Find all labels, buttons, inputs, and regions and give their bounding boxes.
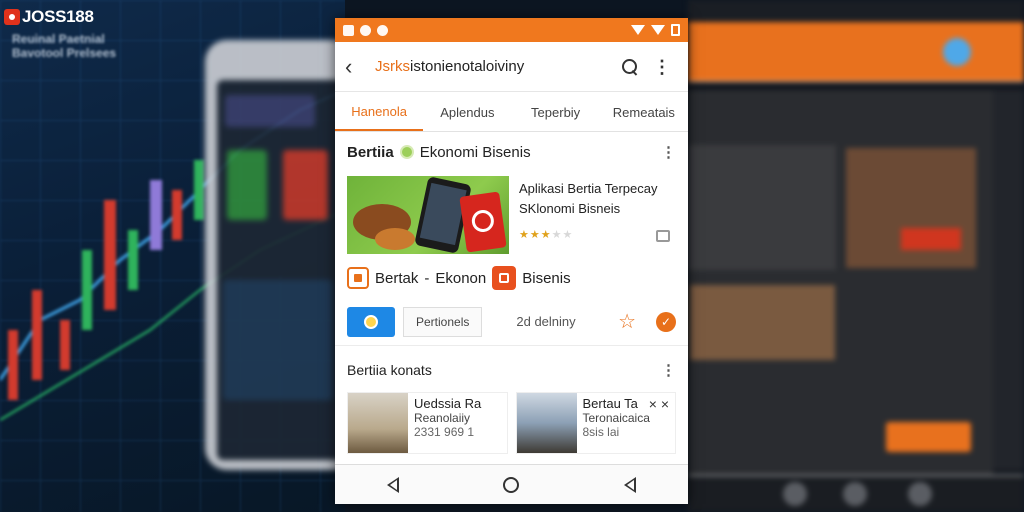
tab-aplendus[interactable]: Aplendus	[423, 94, 511, 131]
signal-icon	[651, 25, 665, 35]
app-title-rest: istonienotaloiviny	[410, 58, 525, 75]
section2-title: Bertiia konats	[347, 362, 432, 378]
nav-back-icon[interactable]	[387, 476, 400, 493]
section-header-related: Bertiia konats ⋮	[335, 348, 688, 392]
featured-article-title: Aplikasi Bertia Terpecay SKlonomi Bisnei…	[519, 179, 676, 219]
action-row: Pertionels 2d delniny ☆ ✓	[335, 298, 688, 346]
related-card-image	[516, 393, 577, 453]
related-card-subtitle: Reanolaiiy	[414, 411, 471, 425]
section-title: Bertiia	[347, 143, 394, 161]
share-button[interactable]	[347, 306, 395, 337]
timestamp: 2d delniny	[516, 314, 576, 329]
rating-stars: ★★★★★	[519, 229, 574, 241]
section-subtitle: Ekonomi Bisenis	[419, 143, 531, 161]
background-caption: Reuinal Paetnial Bavotool Prelsees	[12, 32, 116, 60]
featured-title-line1: Aplikasi Bertia Terpecay	[519, 181, 658, 196]
category-part3[interactable]: Bisenis	[522, 270, 570, 287]
tab-hanenola[interactable]: Hanenola	[335, 94, 424, 131]
battery-icon	[671, 24, 680, 36]
featured-article-image	[347, 176, 509, 254]
notification-icon	[343, 24, 354, 36]
close-icon[interactable]: × ×	[649, 396, 669, 412]
options-chip[interactable]: Pertionels	[403, 306, 483, 337]
category-separator: -	[424, 269, 430, 287]
related-card-title: Bertau Ta	[582, 396, 638, 411]
system-nav-bar	[335, 464, 688, 504]
category-row: Bertak - Ekonon Bisenis	[335, 256, 688, 292]
background-caption-line1: Reuinal Paetnial	[12, 32, 105, 46]
app-bar: ‹ Jsrksistonienotaloiviny ⋮	[335, 42, 688, 92]
search-button[interactable]	[614, 51, 646, 83]
favorite-star-button[interactable]: ☆	[618, 309, 636, 334]
phone-screen: ‹ Jsrksistonienotaloiviny ⋮ Hanenola Apl…	[335, 18, 688, 504]
screenshot-stage: Reuinal Paetnial Bavotool Prelsees JOSS1…	[0, 0, 1024, 512]
location-icon	[377, 24, 388, 36]
search-icon	[622, 58, 638, 75]
related-card-title: Uedssia Ra	[414, 396, 482, 411]
brand-logo: JOSS188	[4, 7, 94, 27]
tab-bar: Hanenola Aplendus Teperbiy Remeatais	[335, 92, 688, 132]
related-card-subtitle: Teronaicaica	[582, 411, 650, 425]
section2-menu-button[interactable]: ⋮	[661, 361, 676, 379]
related-card-image	[348, 393, 408, 453]
overflow-menu-button[interactable]: ⋮	[646, 51, 678, 83]
background-caption-line2: Bavotool Prelsees	[12, 46, 117, 60]
nav-recents-icon[interactable]	[623, 476, 636, 493]
app-title: Jsrksistonienotaloiviny	[375, 58, 614, 75]
wifi-icon	[631, 25, 645, 35]
leaf-icon	[399, 145, 414, 159]
category-part1[interactable]: Bertak	[375, 270, 418, 287]
brand-logo-text: JOSS188	[22, 7, 94, 26]
nav-home-icon[interactable]	[503, 476, 520, 493]
background-left-chart: Reuinal Paetnial Bavotool Prelsees	[0, 0, 345, 512]
section-menu-button[interactable]: ⋮	[661, 143, 676, 161]
brand-logo-icon	[4, 9, 20, 25]
related-card[interactable]: Bertau Ta Teronaicaica 8sis lai × ×	[515, 392, 676, 454]
related-card[interactable]: Uedssia Ra Reanolaiiy 2331 969 1	[347, 392, 508, 454]
featured-title-line2: SKlonomi Bisneis	[519, 201, 621, 216]
check-button[interactable]: ✓	[656, 311, 676, 332]
sync-icon	[360, 24, 371, 36]
background-right-phone	[688, 0, 1024, 512]
app-title-accent: Jsrks	[375, 58, 410, 75]
status-bar	[335, 18, 688, 42]
background-phone-left	[205, 40, 345, 470]
share-icon	[364, 314, 378, 329]
category-part2[interactable]: Ekonon	[435, 270, 486, 287]
business-icon	[492, 266, 517, 290]
featured-article[interactable]: Aplikasi Bertia Terpecay SKlonomi Bisnei…	[335, 172, 688, 256]
related-card-meta: 8sis lai	[582, 425, 620, 439]
category-icon	[347, 267, 369, 289]
tab-remeatais[interactable]: Remeatais	[600, 94, 688, 131]
bookmark-icon[interactable]	[656, 230, 670, 242]
related-cards: Uedssia Ra Reanolaiiy 2331 969 1 Bertau …	[335, 392, 688, 454]
related-card-meta: 2331 969 1	[414, 425, 475, 439]
tab-teperbiy[interactable]: Teperbiy	[512, 94, 600, 131]
section-header-news: Bertiia Ekonomi Bisenis ⋮	[335, 132, 688, 172]
back-button[interactable]: ‹	[345, 54, 375, 80]
